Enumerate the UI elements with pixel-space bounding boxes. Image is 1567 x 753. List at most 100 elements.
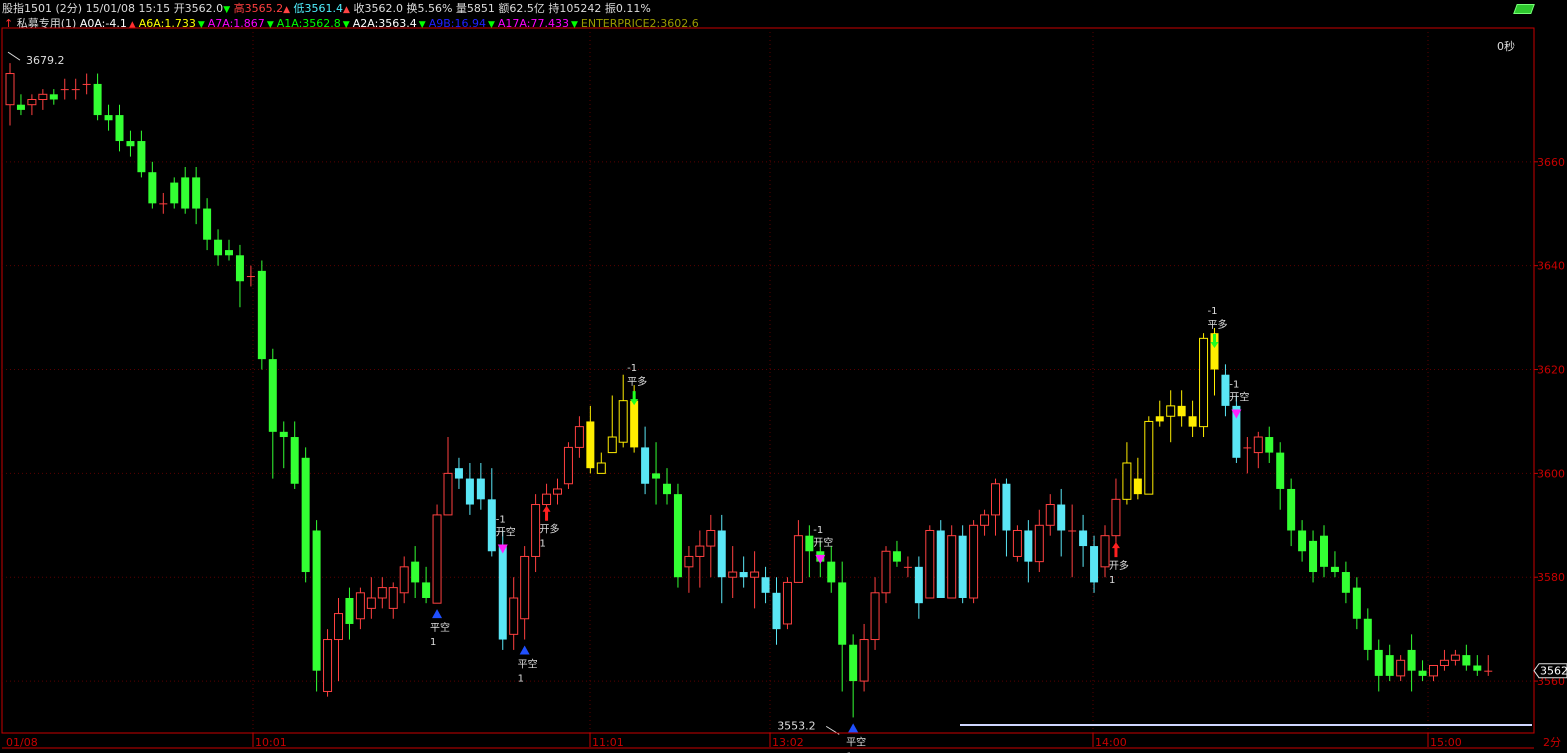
candle-body [1199, 337, 1209, 428]
signal-label: -1 [496, 514, 506, 525]
candle-body [870, 592, 880, 641]
signal-label: 1 [518, 674, 524, 685]
candle-body [71, 89, 80, 91]
candle [1122, 442, 1132, 505]
y-tick-label: 3620 [1537, 364, 1565, 377]
candlestick-chart: 平空1-1开空平空1开多1-1平多-1开空平空1开多1-1平多-1开空3679.… [1, 27, 1567, 753]
signal-label: 平多 [627, 375, 647, 388]
candle [257, 260, 266, 370]
candle-body [377, 587, 387, 599]
triangle-up-icon [519, 645, 530, 655]
candle-body [82, 83, 91, 85]
candle [838, 561, 847, 692]
candle-body [805, 535, 814, 552]
candle [1330, 551, 1339, 578]
candle [60, 78, 69, 100]
signal-marker: 开多 1 [1109, 542, 1129, 586]
candle [1462, 644, 1471, 671]
candle-body [355, 592, 365, 620]
candle [1243, 437, 1252, 474]
signal-label: 平空 [518, 658, 538, 671]
candle [684, 546, 694, 593]
candle-body [388, 587, 398, 609]
candle [104, 104, 113, 131]
candle [1133, 457, 1142, 500]
candle-body [27, 99, 37, 106]
candle-body [411, 561, 420, 583]
signal-label: -1 [627, 363, 637, 374]
high-marker-label: 3679.2 [26, 54, 65, 67]
candle-body [366, 597, 376, 609]
candle [301, 447, 310, 583]
candle [1155, 400, 1164, 427]
candle [1287, 478, 1296, 547]
candle [1418, 660, 1427, 682]
candle-body [104, 115, 113, 121]
candle-body [225, 250, 233, 256]
candle [137, 130, 146, 178]
candle-body [1012, 529, 1022, 557]
candle-body [345, 597, 354, 624]
candle [1221, 364, 1230, 417]
signals-layer: 平空1-1开空平空1开多1-1平多-1开空平空1开多1-1平多-1开空3679.… [7, 51, 1249, 753]
candle [805, 525, 814, 578]
candle-body [235, 255, 244, 282]
candle-body [936, 530, 945, 598]
candle-body [1024, 530, 1033, 562]
candle-body [1253, 436, 1263, 454]
candle [334, 597, 343, 682]
y-tick-label: 3600 [1537, 467, 1565, 480]
candle [203, 198, 212, 251]
candle [531, 494, 541, 573]
candle [553, 478, 562, 505]
candle [432, 504, 442, 604]
candle-body [1155, 416, 1164, 422]
signal-label: 开空 [1229, 390, 1249, 403]
candle-body [1450, 654, 1460, 661]
candle-body [1484, 670, 1493, 672]
candle [574, 416, 584, 458]
candle-body [268, 359, 277, 432]
x-tick-label: 14:00 [1095, 736, 1127, 749]
candle [246, 265, 255, 287]
candle-body [443, 472, 453, 516]
candle [388, 582, 398, 619]
axes-layer: 35603580360036203640366001/08 10:01 11:01 1… [2, 156, 1567, 749]
signal-marker: 开多 1 [540, 505, 560, 550]
candle [159, 192, 168, 214]
candle-body [454, 468, 463, 479]
x-tick-label: 01/08 [6, 736, 38, 749]
candle-body [487, 499, 496, 552]
candle [991, 478, 1000, 536]
candle [563, 442, 573, 489]
candle [1253, 431, 1263, 469]
candle [706, 514, 716, 578]
candle-body [1439, 659, 1449, 666]
y-tick-label: 3660 [1537, 156, 1565, 169]
candle [881, 546, 891, 604]
candle-body [476, 478, 485, 500]
candle [82, 73, 91, 95]
candle [192, 167, 201, 225]
candle [366, 577, 376, 619]
candle-body [38, 93, 48, 101]
candle-body [170, 182, 179, 204]
candle [1341, 561, 1350, 604]
candle [641, 426, 650, 495]
candle [1320, 525, 1328, 578]
candle [717, 514, 726, 604]
candle-body [1034, 524, 1044, 563]
signal-label: 平空 [846, 735, 866, 748]
signal-label: 1 [540, 539, 546, 550]
signal-label: -1 [813, 525, 823, 536]
candle [827, 546, 836, 593]
triangle-up-icon [432, 609, 443, 619]
candle-body [432, 514, 442, 604]
candle-body [750, 571, 760, 578]
candle-body [1462, 655, 1471, 666]
candle-body [181, 177, 190, 209]
triangle-up-icon [848, 723, 859, 733]
candle-body [1341, 572, 1350, 593]
candle [1068, 504, 1077, 578]
plot-frame [1, 27, 1535, 734]
